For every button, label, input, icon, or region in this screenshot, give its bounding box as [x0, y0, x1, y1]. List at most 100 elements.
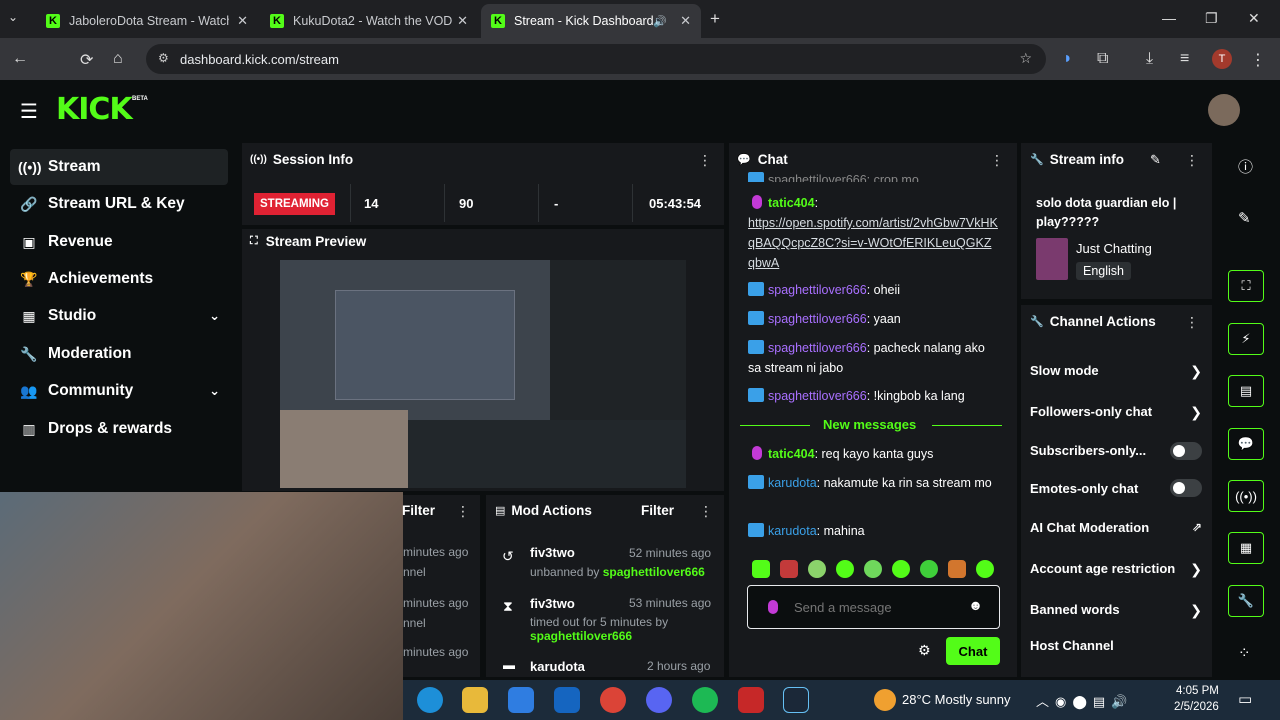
emoji-icon[interactable]: ☻ — [968, 597, 983, 613]
emote-icon[interactable] — [864, 560, 882, 578]
mod-filter-button[interactable]: Filter — [641, 503, 674, 518]
subscribers-only-toggle[interactable] — [1170, 442, 1202, 460]
emote-icon[interactable] — [752, 560, 770, 578]
sidebar-item-studio[interactable]: ▦ Studio ⌄ — [10, 298, 228, 334]
quick-action-chat-button[interactable]: 💬 — [1228, 428, 1264, 460]
site-info-icon[interactable]: ⚙ — [158, 51, 169, 65]
sidebar-item-revenue[interactable]: ▣ Revenue — [10, 224, 228, 260]
audit-menu-icon[interactable]: ⋮ — [456, 503, 470, 520]
profile-avatar[interactable]: T — [1212, 49, 1232, 69]
puzzle-icon[interactable]: ⧉ — [1097, 50, 1108, 68]
bookmark-star-icon[interactable]: ☆ — [1019, 50, 1032, 67]
media-icon[interactable]: ≡ — [1180, 50, 1189, 68]
steam-icon[interactable] — [783, 687, 809, 713]
spotify-icon[interactable] — [692, 687, 718, 713]
notifications-icon[interactable]: ▭ — [1238, 690, 1252, 708]
quick-action-layout-button[interactable]: ▦ — [1228, 532, 1264, 564]
weather-icon[interactable] — [874, 689, 896, 711]
download-icon[interactable]: ⤓ — [1146, 50, 1153, 68]
emote-icon[interactable] — [948, 560, 966, 578]
close-tab-icon[interactable]: ✕ — [457, 13, 468, 29]
stream-info-menu-icon[interactable]: ⋮ — [1185, 152, 1199, 169]
chat-message-input[interactable] — [794, 597, 954, 617]
chat-link[interactable]: https://open.spotify.com/artist/2vhGbw7V… — [748, 216, 998, 270]
banned-words-row[interactable]: Banned words ❯ — [1030, 602, 1202, 618]
discord-icon[interactable] — [646, 687, 672, 713]
sidebar-item-stream[interactable]: ((•)) Stream — [10, 149, 228, 185]
clock-time[interactable]: 4:05 PM — [1176, 685, 1219, 697]
audit-filter-button[interactable]: Filter — [402, 503, 435, 518]
browser-tab-1[interactable]: K JaboleroDota Stream - Watch Li ✕ — [36, 4, 258, 38]
emote-icon[interactable] — [920, 560, 938, 578]
sidebar-item-moderation[interactable]: 🔧 Moderation — [10, 336, 228, 372]
sidebar-item-stream-url[interactable]: 🔗 Stream URL & Key — [10, 186, 228, 222]
outlook-icon[interactable] — [554, 687, 580, 713]
edit-pencil-icon[interactable]: ✎ — [1150, 152, 1161, 168]
emote-icon[interactable] — [836, 560, 854, 578]
emote-icon[interactable] — [780, 560, 798, 578]
browser-tab-2[interactable]: K KukuDota2 - Watch the VOD or ✕ — [260, 4, 478, 38]
sidebar-item-drops[interactable]: ▥ Drops & rewards — [10, 411, 228, 447]
menu-dots-icon[interactable]: ⋮ — [1250, 50, 1266, 70]
edit-icon[interactable]: ✎ — [1238, 209, 1251, 227]
clock-date[interactable]: 2/5/2026 — [1174, 701, 1219, 713]
quick-action-broadcast-button[interactable]: ((•)) — [1228, 480, 1264, 512]
chat-settings-icon[interactable]: ⚙ — [918, 642, 931, 659]
chrome-icon[interactable] — [600, 687, 626, 713]
browser-tab-3[interactable]: K Stream - Kick Dashboard 🔊 ✕ — [481, 4, 701, 38]
weather-text[interactable]: 28°C Mostly sunny — [902, 692, 1011, 707]
mod-action-by[interactable]: spaghettilover666 — [530, 629, 632, 643]
tray-icons[interactable]: ︿◉⬤▤🔊 — [1036, 691, 1133, 710]
quick-action-bolt-button[interactable]: ⚡ — [1228, 323, 1264, 355]
close-tab-icon[interactable]: ✕ — [237, 13, 248, 29]
emote-icon[interactable] — [808, 560, 826, 578]
extension-icon[interactable]: ◗ — [1063, 50, 1073, 68]
mod-user[interactable]: fiv3two — [530, 545, 575, 560]
emote-icon[interactable] — [976, 560, 994, 578]
info-icon[interactable]: ⓘ — [1238, 156, 1253, 177]
new-tab-button[interactable]: + — [710, 9, 720, 29]
address-bar[interactable]: ⚙ dashboard.kick.com/stream ☆ — [146, 44, 1046, 74]
followers-only-row[interactable]: Followers-only chat ❯ — [1030, 404, 1202, 420]
stream-preview-title: ⛶ Stream Preview — [250, 234, 367, 249]
host-channel-row[interactable]: Host Channel — [1030, 638, 1202, 653]
new-messages-divider[interactable]: New messages — [740, 416, 1002, 434]
hamburger-menu-icon[interactable]: ☰ — [20, 99, 38, 124]
back-icon[interactable]: ← — [12, 50, 28, 68]
chat-menu-icon[interactable]: ⋮ — [990, 152, 1004, 169]
account-age-row[interactable]: Account age restriction ❯ — [1030, 561, 1202, 577]
stream-preview-video[interactable] — [280, 260, 686, 488]
kick-logo[interactable]: KICK — [56, 92, 133, 127]
divider-line — [740, 425, 810, 426]
sidebar-item-community[interactable]: 👥 Community ⌄ — [10, 373, 228, 409]
speaker-icon[interactable]: 🔊 — [653, 15, 667, 28]
emote-icon[interactable] — [892, 560, 910, 578]
mod-user[interactable]: fiv3two — [530, 596, 575, 611]
store-icon[interactable] — [508, 687, 534, 713]
quick-action-screen-button[interactable]: ⛶ — [1228, 270, 1264, 302]
obs-icon[interactable] — [738, 687, 764, 713]
quick-action-notes-button[interactable]: ▤ — [1228, 375, 1264, 407]
session-menu-icon[interactable]: ⋮ — [698, 152, 712, 169]
sidebar-item-achievements[interactable]: 🏆 Achievements — [10, 261, 228, 297]
quick-action-wrench-button[interactable]: 🔧 — [1228, 585, 1264, 617]
chat-send-button[interactable]: Chat — [946, 637, 1000, 665]
ai-chat-moderation-row[interactable]: AI Chat Moderation ⇗ — [1030, 520, 1202, 535]
slow-mode-row[interactable]: Slow mode ❯ — [1030, 363, 1202, 379]
user-avatar[interactable] — [1208, 94, 1240, 126]
tab-search-button[interactable]: ⌄ — [8, 10, 18, 24]
file-explorer-icon[interactable] — [462, 687, 488, 713]
mod-menu-icon[interactable]: ⋮ — [699, 503, 713, 520]
minimize-button[interactable]: — — [1162, 10, 1176, 26]
reload-icon[interactable]: ⟳ — [80, 50, 93, 70]
emotes-only-toggle[interactable] — [1170, 479, 1202, 497]
channel-actions-menu-icon[interactable]: ⋮ — [1185, 314, 1199, 331]
mod-user[interactable]: karudota — [530, 659, 585, 673]
chat-input-box[interactable]: ☻ — [747, 585, 1000, 629]
close-window-button[interactable]: ✕ — [1248, 10, 1260, 27]
edge-icon[interactable] — [417, 687, 443, 713]
home-icon[interactable]: ⌂ — [113, 50, 123, 68]
more-apps-icon[interactable]: ⁘ — [1238, 644, 1251, 662]
maximize-button[interactable]: ❐ — [1205, 10, 1218, 27]
close-tab-icon[interactable]: ✕ — [680, 13, 691, 29]
